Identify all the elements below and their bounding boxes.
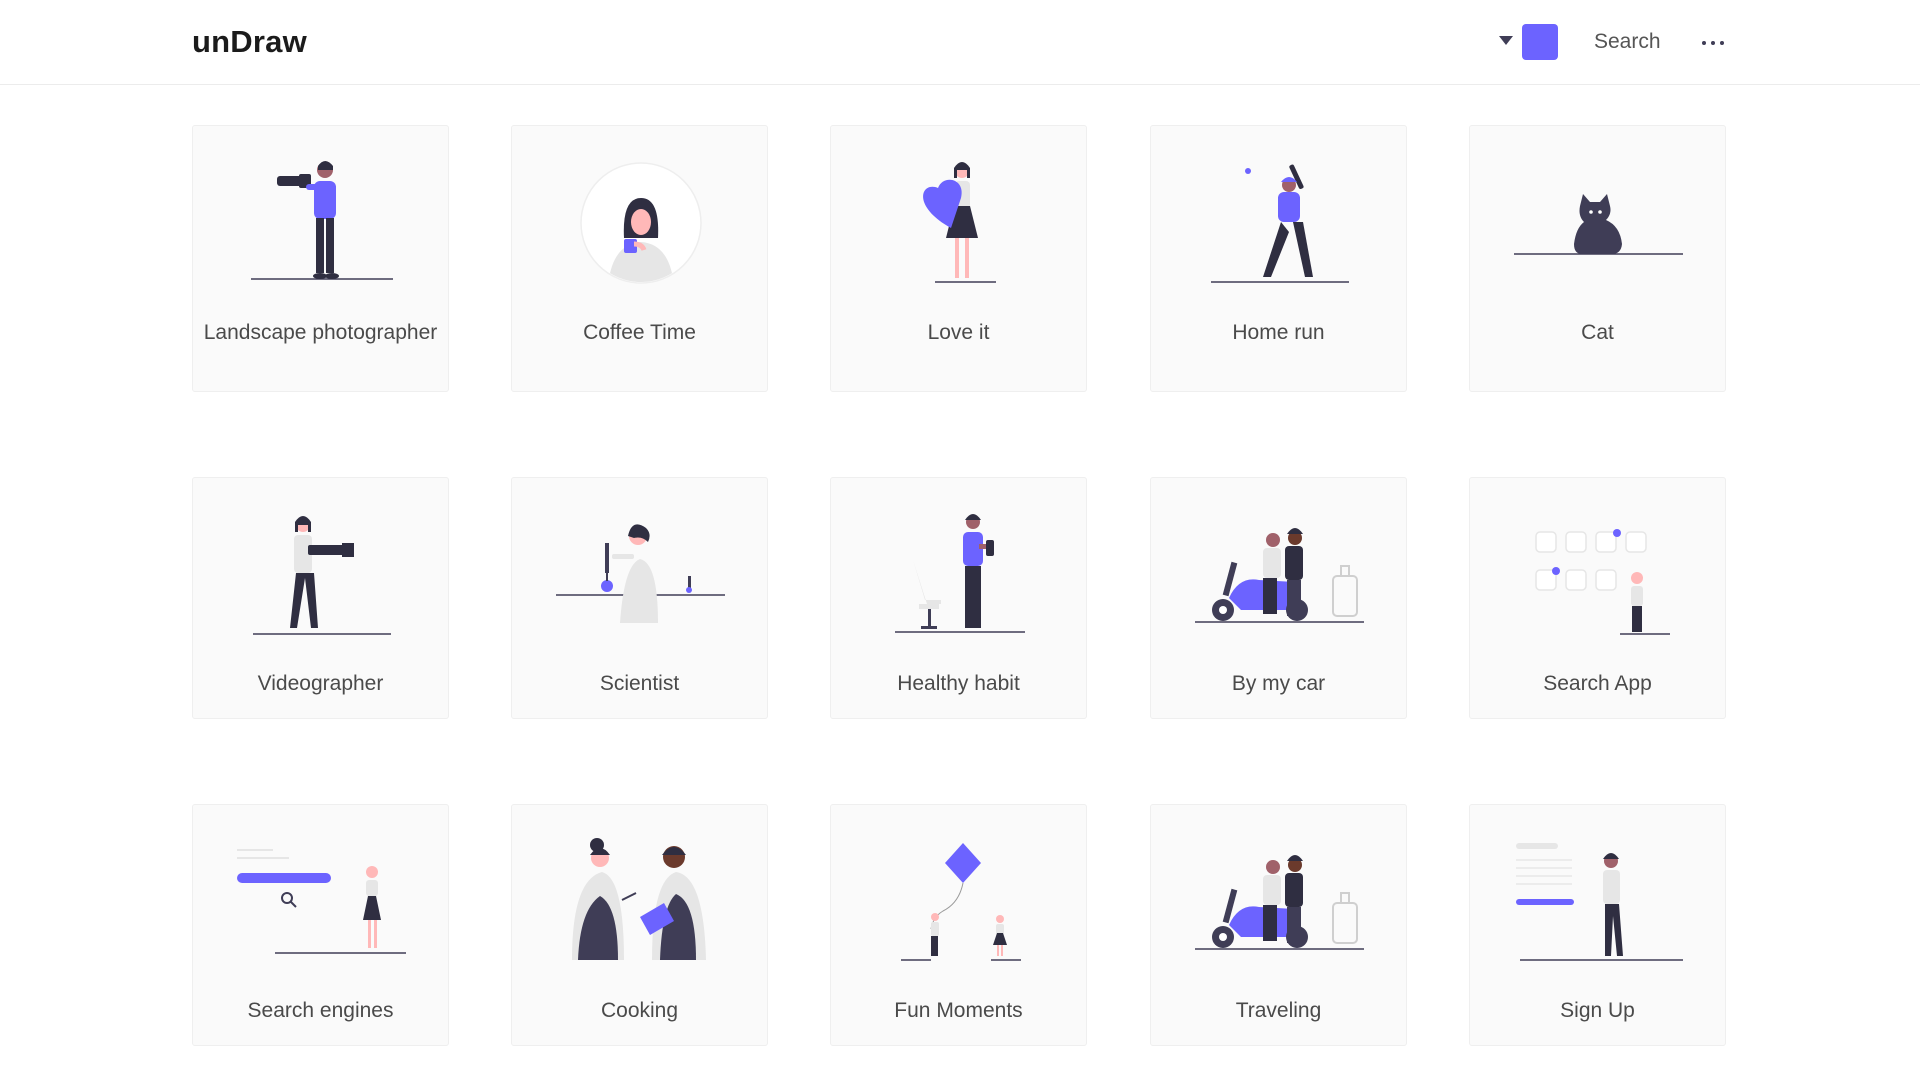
illustration-title: Fun Moments [894,999,1023,1022]
scientist-illustration [556,524,725,623]
illustration-card[interactable]: Landscape photographer [192,125,449,392]
illustration-title: Sign Up [1560,999,1635,1022]
illustration-card[interactable]: Search App [1469,477,1726,719]
traveling-illustration [1195,855,1364,950]
search-app-illustration [1535,529,1670,635]
coffee-illustration [580,162,702,284]
illustration-title: Coffee Time [583,321,696,344]
cooking-illustration [572,838,706,960]
baseball-illustration [1211,164,1349,283]
top-navigation-bar: unDraw Search [0,0,1920,85]
illustration-card[interactable]: Cooking [511,804,768,1046]
undraw-logo[interactable]: unDraw [192,24,307,60]
illustration-card[interactable]: Search engines [192,804,449,1046]
heart-illustration [923,162,996,283]
illustration-title: Videographer [257,672,384,695]
illustration-title: Search engines [247,999,394,1022]
illustration-card[interactable]: Home run [1150,125,1407,392]
illustration-title: Landscape photographer [203,321,438,344]
caret-down-icon[interactable] [1499,36,1513,45]
videographer-illustration [253,516,391,635]
illustration-card[interactable]: Love it [830,125,1087,392]
illustration-title: Cooking [600,999,679,1022]
photographer-illustration [251,161,393,280]
illustration-card[interactable]: Coffee Time [511,125,768,392]
more-horizontal-icon[interactable] [1700,30,1726,54]
illustration-card[interactable]: Traveling [1150,804,1407,1046]
accent-color-picker-button[interactable] [1522,24,1558,60]
search-link[interactable]: Search [1594,30,1661,54]
kite-illustration [901,843,1021,961]
scooter-illustration [1195,528,1364,623]
search-engine-illustration [237,849,406,954]
illustration-title: Search App [1543,672,1652,695]
illustration-card[interactable]: Fun Moments [830,804,1087,1046]
illustration-title: Scientist [599,672,680,695]
sign-up-illustration [1516,843,1683,961]
healthy-habit-illustration [895,514,1025,633]
illustration-card[interactable]: Sign Up [1469,804,1726,1046]
illustration-card[interactable]: Videographer [192,477,449,719]
illustration-title: By my car [1231,672,1326,695]
illustration-title: Love it [927,321,990,344]
cat-illustration [1514,194,1683,255]
illustration-card[interactable]: By my car [1150,477,1407,719]
illustration-title: Traveling [1235,999,1322,1022]
illustration-title: Healthy habit [897,672,1020,695]
illustration-card[interactable]: Scientist [511,477,768,719]
illustration-title: Home run [1232,321,1325,344]
illustration-card[interactable]: Healthy habit [830,477,1087,719]
illustration-title: Cat [1581,321,1614,344]
illustration-card[interactable]: Cat [1469,125,1726,392]
